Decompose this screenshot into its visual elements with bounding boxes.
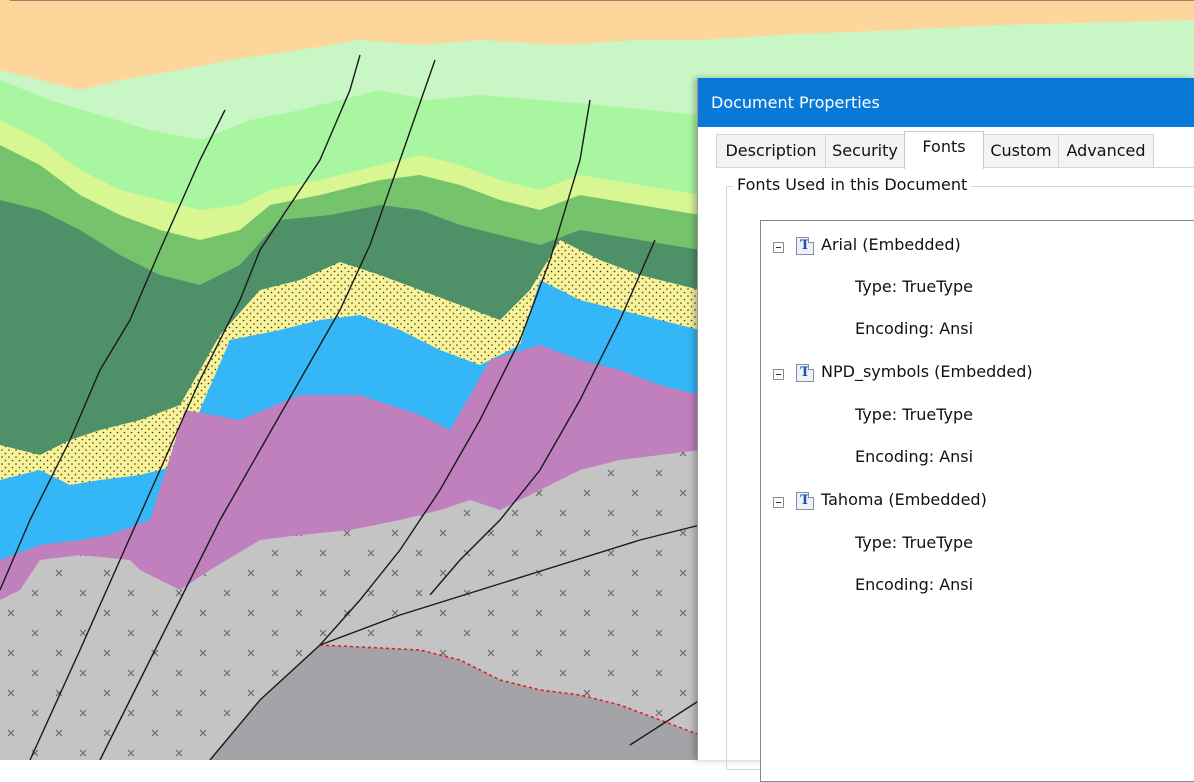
truetype-font-icon: T <box>796 364 814 382</box>
tab-fonts[interactable]: Fonts <box>904 131 984 169</box>
tab-advanced[interactable]: Advanced <box>1058 134 1154 167</box>
font-name: Arial (Embedded) <box>821 235 961 254</box>
tab-security[interactable]: Security <box>825 134 905 167</box>
dialog-titlebar: Document Properties <box>698 78 1194 127</box>
font-encoding: Encoding: Ansi <box>855 447 974 466</box>
collapse-icon[interactable] <box>773 497 784 508</box>
group-label: Fonts Used in this Document <box>733 175 972 194</box>
truetype-font-icon: T <box>796 492 814 510</box>
tree-node-tahoma[interactable]: T Tahoma (Embedded) <box>761 490 1161 520</box>
truetype-font-icon: T <box>796 237 814 255</box>
tree-node-npd-symbols[interactable]: T NPD_symbols (Embedded) <box>761 362 1161 392</box>
fonts-tree[interactable]: T Arial (Embedded) Type: TrueType Encodi… <box>760 220 1194 782</box>
font-name: NPD_symbols (Embedded) <box>821 362 1033 381</box>
font-type: Type: TrueType <box>855 533 973 552</box>
document-properties-dialog: Document Properties Description Security… <box>697 78 1194 782</box>
collapse-icon[interactable] <box>773 242 784 253</box>
font-encoding: Encoding: Ansi <box>855 319 974 338</box>
tab-custom[interactable]: Custom <box>983 134 1059 167</box>
font-encoding: Encoding: Ansi <box>855 575 974 594</box>
tree-node-arial[interactable]: T Arial (Embedded) <box>761 235 1161 265</box>
collapse-icon[interactable] <box>773 369 784 380</box>
font-name: Tahoma (Embedded) <box>821 490 987 509</box>
font-type: Type: TrueType <box>855 405 973 424</box>
font-type: Type: TrueType <box>855 277 973 296</box>
tab-description[interactable]: Description <box>716 134 826 167</box>
